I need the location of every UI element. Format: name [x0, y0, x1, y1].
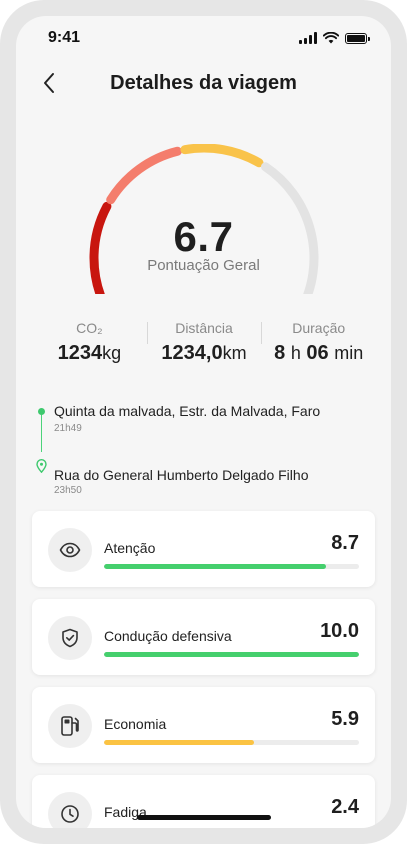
destination-address: Rua do General Humberto Delgado Filho: [54, 467, 309, 483]
card-icon-circle: [48, 704, 92, 748]
status-bar: 9:41: [16, 16, 391, 60]
home-indicator[interactable]: [137, 815, 271, 820]
header: Detalhes da viagem: [16, 66, 391, 100]
metric-bar-fill: [104, 564, 326, 569]
stat-duration-value: 8 h 06 min: [274, 342, 364, 364]
stat-duration: Duração 8 h 06 min: [261, 320, 376, 370]
page-title: Detalhes da viagem: [110, 71, 297, 94]
screen: 9:41 Detalhes da viagem 6.7 Pontuação Ge…: [16, 16, 391, 828]
status-icons: [299, 32, 370, 44]
metric-bar-track: [104, 652, 359, 657]
metric-value: 2.4: [331, 796, 359, 818]
battery-icon: [345, 32, 370, 44]
route-line: [41, 412, 42, 452]
overall-score-label: Pontuação Geral: [147, 257, 260, 274]
metric-bar-fill: [104, 652, 359, 657]
card-icon-circle: [48, 616, 92, 660]
destination-time: 23h50: [54, 485, 82, 496]
destination-pin-icon: [36, 459, 47, 473]
metric-card-defensive-driving[interactable]: Condução defensiva 10.0: [32, 599, 375, 675]
metric-value: 5.9: [331, 708, 359, 730]
origin-address: Quinta da malvada, Estr. da Malvada, Far…: [54, 403, 321, 419]
status-time: 9:41: [48, 29, 81, 46]
trip-stats: CO₂ 1234kg Distância 1234,0km Duração 8 …: [32, 320, 376, 370]
device-frame: 9:41 Detalhes da viagem 6.7 Pontuação Ge…: [0, 0, 407, 844]
metric-label: Condução defensiva: [104, 628, 232, 644]
metric-bar-fill: [104, 740, 255, 745]
origin-dot-icon: [38, 408, 45, 415]
cellular-signal-icon: [299, 32, 317, 44]
fuel-pump-icon: [61, 716, 79, 736]
gauge-segment-salmon: [106, 146, 182, 205]
metric-value: 10.0: [320, 620, 359, 642]
stat-distance: Distância 1234,0km: [146, 320, 262, 370]
card-icon-circle: [48, 792, 92, 828]
stat-co2-label: CO₂: [76, 320, 103, 336]
wifi-icon: [323, 32, 339, 44]
eye-icon: [59, 542, 81, 558]
gauge-segment-yellow: [180, 144, 264, 168]
trip-route: Quinta da malvada, Estr. da Malvada, Far…: [36, 402, 376, 496]
stat-distance-value: 1234,0km: [161, 342, 247, 364]
metric-value: 8.7: [331, 532, 359, 554]
chevron-left-icon: [44, 73, 54, 93]
metric-bar-track: [104, 564, 359, 569]
stat-co2-value: 1234kg: [57, 342, 122, 364]
clock-icon: [61, 805, 79, 823]
back-button[interactable]: [34, 68, 64, 98]
origin-time: 21h49: [54, 423, 82, 434]
shield-check-icon: [62, 628, 78, 648]
card-icon-circle: [48, 528, 92, 572]
metric-bar-track: [104, 740, 359, 745]
metric-label: Economia: [104, 716, 167, 732]
metric-card-economy[interactable]: Economia 5.9: [32, 687, 375, 763]
metric-card-fatigue[interactable]: Fadiga 2.4: [32, 775, 375, 828]
stat-duration-label: Duração: [292, 320, 346, 336]
stat-distance-label: Distância: [175, 320, 233, 336]
metric-card-attention[interactable]: Atenção 8.7: [32, 511, 375, 587]
overall-score: 6.7: [173, 213, 234, 260]
stat-co2: CO₂ 1234kg: [32, 320, 147, 370]
metric-label: Atenção: [104, 540, 156, 556]
